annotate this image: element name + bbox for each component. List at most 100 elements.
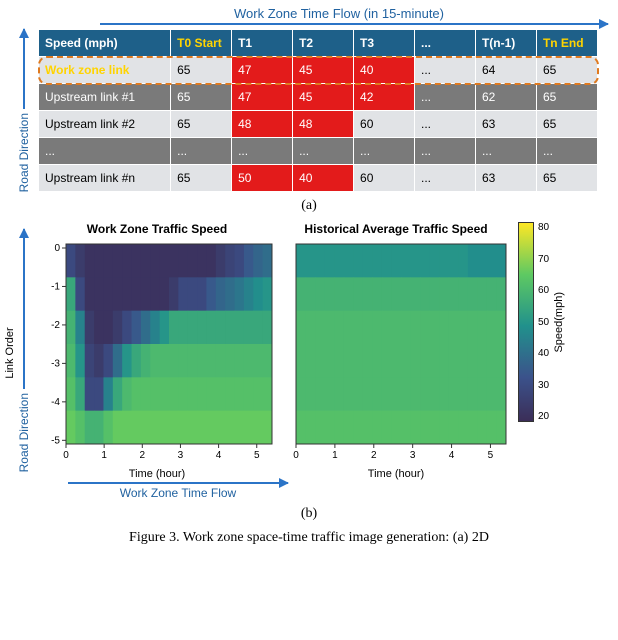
subfigure-label-a: (a)	[10, 198, 608, 214]
svg-text:0: 0	[293, 450, 299, 461]
heatmap-panels: Work Zone Traffic Speed Link Order 01234…	[38, 222, 608, 480]
table-row: Upstream link #165474542...6265	[39, 84, 598, 111]
table-cell: 62	[475, 84, 536, 111]
table-header: Speed (mph)T0 StartT1T2T3...T(n-1)Tn End	[39, 30, 598, 57]
bottom-axis-arrow	[68, 482, 288, 484]
table-cell: 65	[536, 57, 597, 84]
road-direction-label: Road Direction	[17, 113, 31, 192]
arrow-up-icon	[23, 229, 25, 389]
heatmap-right-svg: 012345	[282, 240, 510, 466]
table-header-cell: Tn End	[536, 30, 597, 57]
y-axis-label: Link Order	[4, 327, 16, 378]
table-cell: 45	[293, 84, 354, 111]
row-label: Work zone link	[39, 57, 171, 84]
bottom-axis-area: Work Zone Time Flow	[68, 482, 608, 500]
heatmap-left: Work Zone Traffic Speed Link Order 01234…	[38, 222, 276, 480]
svg-text:-5: -5	[51, 435, 60, 446]
heatmap-right: Historical Average Traffic Speed 012345 …	[282, 222, 510, 480]
table-cell: 47	[232, 84, 293, 111]
figure-caption: Figure 3. Work zone space-time traffic i…	[10, 530, 608, 546]
heatmap-section: Road Direction Work Zone Traffic Speed L…	[10, 222, 608, 480]
row-label: Upstream link #1	[39, 84, 171, 111]
heatmap-left-svg: 0123450-1-2-3-4-5	[38, 240, 276, 466]
table-row: Work zone link65474540...6465	[39, 57, 598, 84]
speed-table: Speed (mph)T0 StartT1T2T3...T(n-1)Tn End…	[38, 29, 598, 192]
colorbar-tick: 60	[538, 285, 549, 296]
arrow-right-icon	[100, 23, 608, 25]
table-cell: ...	[415, 84, 476, 111]
road-direction-label-2: Road Direction	[17, 393, 31, 472]
colorbar: 80706050403020 Speed(mph)	[518, 222, 565, 422]
subfigure-label-b: (b)	[10, 506, 608, 522]
svg-text:0: 0	[63, 450, 69, 461]
table-cell: 65	[171, 111, 232, 138]
svg-text:-1: -1	[51, 281, 60, 292]
table-cell: 48	[232, 111, 293, 138]
colorbar-ticks: 80706050403020	[538, 222, 549, 422]
table-cell: 63	[475, 111, 536, 138]
table-cell: 65	[171, 165, 232, 192]
table-header-cell: T0 Start	[171, 30, 232, 57]
table-cell: ...	[171, 138, 232, 165]
svg-text:4: 4	[216, 450, 222, 461]
table-header-cell: T(n-1)	[475, 30, 536, 57]
heatmap-left-frame: Link Order 0123450-1-2-3-4-5	[38, 240, 276, 466]
colorbar-tick: 80	[538, 222, 549, 233]
table-header-cell: ...	[415, 30, 476, 57]
row-label: Upstream link #2	[39, 111, 171, 138]
table-header-cell: Speed (mph)	[39, 30, 171, 57]
table-cell: 65	[171, 57, 232, 84]
bottom-axis-label: Work Zone Time Flow	[68, 486, 288, 500]
table-row: Upstream link #265484860...6365	[39, 111, 598, 138]
figure-container: Work Zone Time Flow (in 15-minute) Road …	[0, 0, 618, 550]
table-cell: 65	[171, 84, 232, 111]
arrow-up-icon	[23, 29, 25, 109]
svg-text:4: 4	[449, 450, 455, 461]
table-row: Upstream link #n65504060...6365	[39, 165, 598, 192]
heatmap-right-frame: 012345	[282, 240, 510, 466]
table-cell: 60	[354, 111, 415, 138]
colorbar-label: Speed(mph)	[553, 292, 565, 353]
svg-text:2: 2	[371, 450, 377, 461]
colorbar-gradient	[518, 222, 534, 422]
svg-text:5: 5	[488, 450, 494, 461]
svg-text:5: 5	[254, 450, 260, 461]
table-left-axis: Road Direction	[10, 29, 38, 192]
table-cell: ...	[415, 57, 476, 84]
colorbar-tick: 70	[538, 254, 549, 265]
table-cell: 40	[293, 165, 354, 192]
colorbar-tick: 40	[538, 348, 549, 359]
table-cell: 60	[354, 165, 415, 192]
table-cell: 63	[475, 165, 536, 192]
svg-text:-4: -4	[51, 397, 60, 408]
table-row: ........................	[39, 138, 598, 165]
top-axis-arrow	[100, 23, 608, 25]
heatmap-left-title: Work Zone Traffic Speed	[87, 222, 227, 236]
table-cell: ...	[415, 138, 476, 165]
svg-text:-3: -3	[51, 358, 60, 369]
table-cell: 45	[293, 57, 354, 84]
x-axis-label-right: Time (hour)	[368, 468, 424, 480]
table-cell: 42	[354, 84, 415, 111]
table-cell: 47	[232, 57, 293, 84]
table-cell: 65	[536, 84, 597, 111]
svg-text:2: 2	[140, 450, 146, 461]
table-header-cell: T1	[232, 30, 293, 57]
svg-text:3: 3	[410, 450, 416, 461]
table-cell: ...	[354, 138, 415, 165]
table-cell: 50	[232, 165, 293, 192]
svg-text:0: 0	[54, 243, 60, 254]
table-section: Road Direction Speed (mph)T0 StartT1T2T3…	[10, 29, 608, 192]
table-cell: 48	[293, 111, 354, 138]
arrow-right-icon	[68, 482, 288, 484]
table-cell: ...	[475, 138, 536, 165]
x-axis-label-left: Time (hour)	[129, 468, 185, 480]
heatmap-right-title: Historical Average Traffic Speed	[304, 222, 487, 236]
table-header-cell: T2	[293, 30, 354, 57]
table-cell: 65	[536, 111, 597, 138]
table-cell: ...	[293, 138, 354, 165]
svg-text:3: 3	[178, 450, 184, 461]
colorbar-tick: 50	[538, 317, 549, 328]
colorbar-tick: 20	[538, 411, 549, 422]
svg-text:-2: -2	[51, 320, 60, 331]
